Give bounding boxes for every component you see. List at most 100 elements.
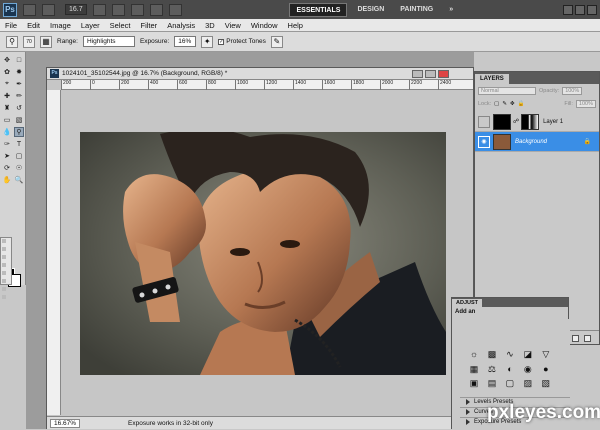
brush-preset-picker[interactable]: 70 xyxy=(23,35,35,48)
document-tab[interactable]: Ps 1024101_35102544.jpg @ 16.7% (Backgro… xyxy=(47,68,473,80)
type-tool-icon[interactable]: T xyxy=(14,139,24,149)
vibrance-icon[interactable]: ▽ xyxy=(539,349,553,361)
menu-view[interactable]: View xyxy=(220,21,246,30)
workspace-more[interactable]: » xyxy=(443,3,459,17)
view-extras-icon[interactable] xyxy=(42,3,55,16)
dodge-tool-icon[interactable]: ⚲ xyxy=(14,127,24,137)
posterize-icon[interactable]: ▤ xyxy=(485,377,499,389)
menu-select[interactable]: Select xyxy=(105,21,136,30)
mode-cell[interactable] xyxy=(2,255,6,259)
doc-maximize-icon[interactable] xyxy=(425,69,436,78)
layer-row-layer-1[interactable]: ☍ Layer 1 xyxy=(475,112,599,132)
canvas-photo[interactable] xyxy=(80,128,446,375)
menu-window[interactable]: Window xyxy=(246,21,283,30)
protect-tones-option[interactable]: ✓ Protect Tones xyxy=(218,38,266,45)
selective-color-icon[interactable]: ▧ xyxy=(539,377,553,389)
workspace-essentials[interactable]: ESSENTIALS xyxy=(289,2,348,17)
3d-orbit-tool-icon[interactable]: ☉ xyxy=(14,163,24,173)
zoom-percent-field[interactable]: 16.67% xyxy=(50,418,81,428)
invert-icon[interactable]: ▣ xyxy=(467,377,481,389)
channel-mixer-icon[interactable]: ● xyxy=(539,363,553,375)
menu-layer[interactable]: Layer xyxy=(76,21,105,30)
tool-preset-picker-icon[interactable]: ⚲ xyxy=(6,35,18,48)
marquee-tool-icon[interactable]: □ xyxy=(14,55,24,65)
clone-stamp-tool-icon[interactable]: ♜ xyxy=(2,103,12,113)
levels-icon[interactable]: ▩ xyxy=(485,349,499,361)
hand-tool-icon[interactable]: ✋ xyxy=(2,175,12,185)
arrange-documents-icon[interactable] xyxy=(149,3,163,16)
zoom-tool-icon[interactable] xyxy=(111,3,125,16)
threshold-icon[interactable]: ▢ xyxy=(503,377,517,389)
tab-adjustments[interactable]: ADJUST xyxy=(452,299,483,307)
lasso-tool-icon[interactable]: ✿ xyxy=(2,67,12,77)
shape-tool-icon[interactable]: ▢ xyxy=(14,151,24,161)
photo-filter-icon[interactable]: ◉ xyxy=(521,363,535,375)
opacity-input[interactable]: 100% xyxy=(562,87,583,95)
menu-file[interactable]: File xyxy=(0,21,22,30)
curves-icon[interactable]: ∿ xyxy=(503,349,517,361)
exposure-input[interactable]: 16% xyxy=(174,36,197,47)
quick-select-tool-icon[interactable]: ✸ xyxy=(14,67,24,77)
exposure-icon[interactable]: ◪ xyxy=(521,349,535,361)
move-tool-icon[interactable]: ✥ xyxy=(2,55,12,65)
history-brush-tool-icon[interactable]: ↺ xyxy=(14,103,24,113)
brush-tool-icon[interactable]: ✏ xyxy=(14,91,24,101)
lock-position-icon[interactable]: ✥ xyxy=(510,101,515,107)
doc-close-icon[interactable] xyxy=(438,69,449,78)
brightness-icon[interactable]: ☼ xyxy=(467,348,481,360)
mode-cell[interactable] xyxy=(2,239,6,243)
hue-saturation-icon[interactable]: ▦ xyxy=(467,363,481,375)
mode-cell[interactable] xyxy=(2,295,6,299)
pen-tool-icon[interactable]: ✑ xyxy=(2,139,12,149)
color-balance-icon[interactable]: ⚖ xyxy=(485,363,499,375)
screen-mode-icon[interactable] xyxy=(168,3,182,16)
mode-cell[interactable] xyxy=(2,287,6,291)
launch-bridge-icon[interactable] xyxy=(23,3,36,16)
layer-mask-thumbnail[interactable] xyxy=(521,113,540,130)
mode-cell[interactable] xyxy=(2,247,6,251)
lock-pixels-icon[interactable]: ✎ xyxy=(502,101,507,107)
minimize-icon[interactable] xyxy=(562,4,573,15)
close-icon[interactable] xyxy=(586,4,597,15)
workspace-painting[interactable]: PAINTING xyxy=(394,3,439,17)
menu-filter[interactable]: Filter xyxy=(136,21,163,30)
eraser-tool-icon[interactable]: ▭ xyxy=(2,115,12,125)
menu-edit[interactable]: Edit xyxy=(22,21,45,30)
gradient-tool-icon[interactable]: ▧ xyxy=(14,115,24,125)
visibility-eye-icon[interactable]: ◉ xyxy=(478,135,490,148)
fill-input[interactable]: 100% xyxy=(575,100,596,108)
mode-cell[interactable] xyxy=(2,263,6,267)
mode-cell[interactable] xyxy=(2,279,6,283)
mode-cell[interactable] xyxy=(2,271,6,275)
zoom-level-select[interactable]: 16.7 xyxy=(65,4,87,15)
black-white-icon[interactable]: ◐ xyxy=(503,363,517,375)
menu-3d[interactable]: 3D xyxy=(200,21,220,30)
blend-mode-select[interactable]: Normal xyxy=(478,87,536,95)
eyedropper-tool-icon[interactable]: ✒ xyxy=(14,79,24,89)
crop-tool-icon[interactable]: ⌖ xyxy=(2,79,12,89)
gradient-map-icon[interactable]: ▨ xyxy=(521,377,535,389)
chain-link-icon[interactable]: ☍ xyxy=(513,118,519,125)
path-selection-tool-icon[interactable]: ➤ xyxy=(2,151,12,161)
menu-analysis[interactable]: Analysis xyxy=(162,21,200,30)
doc-minimize-icon[interactable] xyxy=(412,69,423,78)
visibility-toggle[interactable] xyxy=(478,115,490,128)
3d-rotate-tool-icon[interactable]: ⟳ xyxy=(2,163,12,173)
menu-help[interactable]: Help xyxy=(283,21,308,30)
hand-tool-icon[interactable] xyxy=(92,3,106,16)
protect-tones-checkbox[interactable]: ✓ xyxy=(218,39,225,45)
tab-layers[interactable]: LAYERS xyxy=(475,74,509,84)
delete-layer-icon[interactable] xyxy=(584,334,591,342)
rotate-view-icon[interactable] xyxy=(130,3,144,16)
tablet-pressure-icon[interactable]: ✎ xyxy=(270,35,283,48)
zoom-tool-icon[interactable]: 🔍 xyxy=(14,175,24,185)
new-layer-icon[interactable] xyxy=(572,334,579,342)
lock-transparency-icon[interactable]: ▢ xyxy=(494,101,499,107)
layer-row-background[interactable]: ◉ Background 🔒 xyxy=(475,132,599,152)
quick-mask-panel[interactable] xyxy=(0,237,12,299)
blur-tool-icon[interactable]: 💧 xyxy=(2,127,12,137)
workspace-design[interactable]: DESIGN xyxy=(351,3,390,17)
maximize-icon[interactable] xyxy=(574,4,585,15)
menu-image[interactable]: Image xyxy=(45,21,76,30)
lock-all-icon[interactable]: 🔒 xyxy=(518,101,525,107)
